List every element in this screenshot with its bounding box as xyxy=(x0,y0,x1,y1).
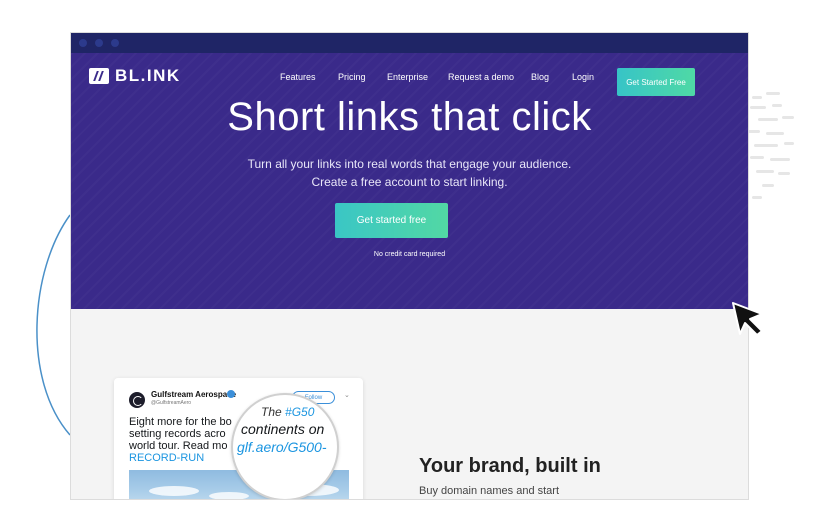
hero-subtitle-line2: Create a free account to start linking. xyxy=(311,175,508,189)
nav-item-pricing[interactable]: Pricing xyxy=(338,72,366,82)
nav-item-features[interactable]: Features xyxy=(280,72,316,82)
browser-window: BL.INK Features Pricing Enterprise Reque… xyxy=(70,32,749,500)
get-started-hero-button[interactable]: Get started free xyxy=(335,203,448,238)
magnified-hashtag: #G50 xyxy=(285,405,315,419)
magnified-line: The #G50 xyxy=(261,405,315,419)
magnified-short-link: glf.aero/G500- xyxy=(237,439,327,455)
no-credit-card-note: No credit card required xyxy=(373,251,446,258)
section-title: Your brand, built in xyxy=(419,455,601,477)
hero-title: Short links that click xyxy=(227,95,592,139)
window-dot xyxy=(95,39,103,47)
nav-item-blog[interactable]: Blog xyxy=(531,72,549,82)
section-subtitle: Buy domain names and start xyxy=(419,485,560,497)
magnifier-lens: The #G50 continents on glf.aero/G500- xyxy=(231,393,339,499)
tweet-account-name: Gulfstream Aerospace xyxy=(151,390,237,399)
magnified-line: continents on xyxy=(241,421,325,437)
top-nav: Features Pricing Enterprise Request a de… xyxy=(71,65,748,96)
hero-subtitle-line1: Turn all your links into real words that… xyxy=(247,157,572,171)
chevron-down-icon[interactable]: ⌄ xyxy=(344,391,350,399)
nav-item-request-demo[interactable]: Request a demo xyxy=(448,72,514,82)
nav-item-enterprise[interactable]: Enterprise xyxy=(387,72,428,82)
window-dot xyxy=(111,39,119,47)
mouse-cursor-icon xyxy=(732,302,763,336)
gulfstream-avatar-icon xyxy=(129,392,145,408)
hero-section: BL.INK Features Pricing Enterprise Reque… xyxy=(71,53,748,309)
window-dot xyxy=(79,39,87,47)
decorative-dashes xyxy=(748,92,794,199)
verified-badge-icon xyxy=(227,390,235,398)
nav-item-login[interactable]: Login xyxy=(572,72,594,82)
window-titlebar xyxy=(71,33,748,53)
get-started-nav-button[interactable]: Get Started Free xyxy=(617,68,695,96)
tweet-handle: @GulfstreamAero xyxy=(151,400,192,406)
